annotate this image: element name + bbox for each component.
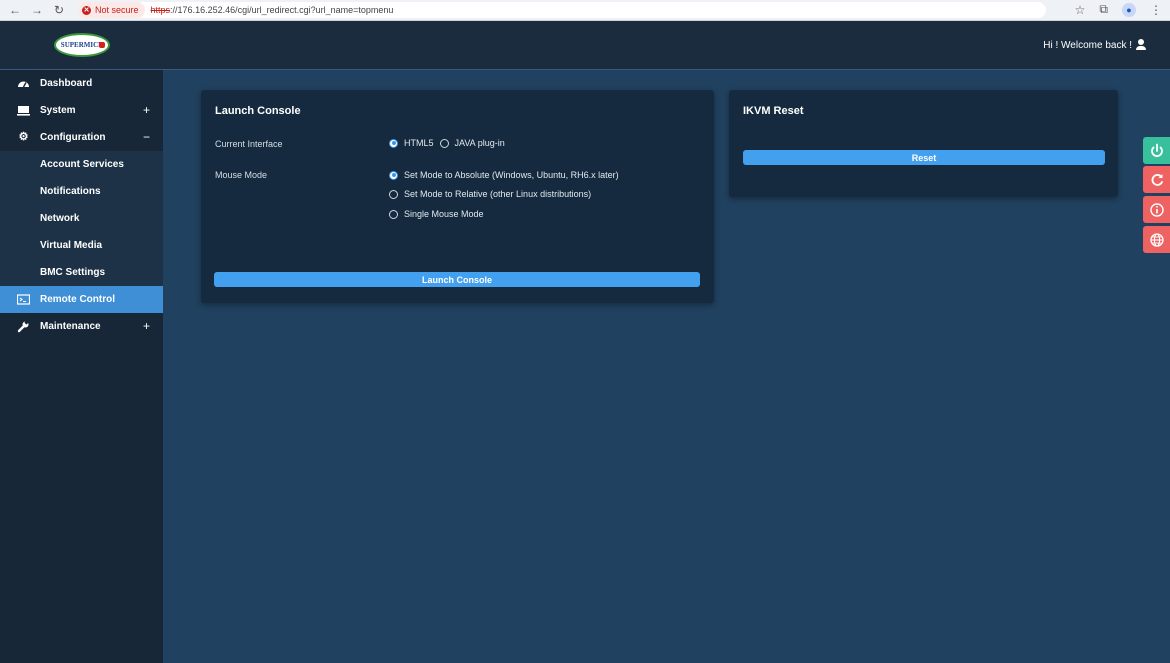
security-label: Not secure [95, 5, 139, 15]
refresh-button[interactable] [1143, 166, 1170, 193]
sidebar-item-label: BMC Settings [40, 267, 105, 278]
welcome-message[interactable]: Hi ! Welcome back ! [1043, 39, 1146, 51]
forward-arrow-icon[interactable]: → [28, 3, 46, 17]
info-button[interactable] [1143, 196, 1170, 223]
welcome-text: Hi ! Welcome back ! [1043, 39, 1132, 51]
url-path: ://176.16.252.46/cgi/url_redirect.cgi?ur… [170, 5, 394, 15]
sidebar-item-system[interactable]: System + [0, 97, 163, 124]
back-arrow-icon[interactable]: ← [6, 3, 24, 17]
mouse-mode-absolute-label[interactable]: Set Mode to Absolute (Windows, Ubuntu, R… [404, 170, 619, 180]
supermicro-logo[interactable]: SUPERMICR [54, 33, 110, 57]
launch-console-panel: Launch Console Current Interface HTML5 J… [201, 90, 714, 303]
sidebar-item-label: Account Services [40, 159, 124, 170]
security-indicator[interactable]: ✕ Not secure [78, 2, 145, 18]
panel-title: Launch Console [215, 105, 301, 117]
power-icon [1150, 143, 1163, 157]
globe-icon [1149, 232, 1164, 247]
sidebar-item-label: Remote Control [40, 294, 115, 305]
url-text[interactable]: https://176.16.252.46/cgi/url_redirect.c… [151, 5, 394, 15]
sidebar-item-bmc-settings[interactable]: BMC Settings [0, 259, 163, 286]
dashboard-icon [17, 77, 30, 90]
browser-toolbar: ← → ↻ ✕ Not secure https://176.16.252.46… [0, 0, 1170, 21]
ikvm-reset-panel: IKVM Reset Reset [729, 90, 1118, 197]
refresh-icon [1151, 173, 1163, 186]
java-plugin-label[interactable]: JAVA plug-in [455, 138, 505, 148]
wrench-icon [17, 320, 30, 333]
browser-menu-icon[interactable]: ⋮ [1150, 3, 1162, 17]
sidebar-item-label: Maintenance [40, 321, 101, 332]
mouse-mode-absolute-option[interactable]: Set Mode to Absolute (Windows, Ubuntu, R… [389, 170, 619, 180]
single-mouse-mode-radio[interactable] [389, 209, 398, 219]
mouse-mode-relative-option[interactable]: Set Mode to Relative (other Linux distri… [389, 189, 591, 199]
sidebar-item-label: Notifications [40, 186, 101, 197]
gear-icon: ⚙ [18, 131, 29, 143]
mouse-mode-label: Mouse Mode [215, 170, 268, 180]
html5-label[interactable]: HTML5 [404, 138, 434, 148]
single-mouse-mode-label[interactable]: Single Mouse Mode [404, 209, 484, 219]
sidebar-item-label: Network [40, 213, 80, 224]
sidebar-item-label: Configuration [40, 132, 106, 143]
sidebar-item-network[interactable]: Network [0, 205, 163, 232]
sidebar-item-remote-control[interactable]: Remote Control [0, 286, 163, 313]
sidebar-item-configuration[interactable]: ⚙ Configuration − [0, 124, 163, 151]
info-icon [1149, 202, 1164, 217]
mouse-mode-relative-radio[interactable] [389, 189, 398, 199]
sidebar-item-label: System [40, 105, 76, 116]
user-icon[interactable] [1136, 39, 1146, 51]
sidebar-item-label: Dashboard [40, 78, 93, 89]
sidebar-item-maintenance[interactable]: Maintenance + [0, 313, 163, 340]
address-bar[interactable]: ✕ Not secure https://176.16.252.46/cgi/u… [78, 2, 1046, 18]
expand-icon[interactable]: + [143, 319, 150, 333]
launch-console-button[interactable]: Launch Console [214, 272, 700, 287]
expand-icon[interactable]: + [143, 103, 150, 117]
bookmark-star-icon[interactable]: ☆ [1075, 3, 1086, 17]
sidebar-item-label: Virtual Media [40, 240, 103, 251]
mouse-mode-relative-label[interactable]: Set Mode to Relative (other Linux distri… [404, 189, 591, 199]
panel-title: IKVM Reset [743, 105, 804, 117]
collapse-icon[interactable]: − [143, 130, 150, 144]
mouse-mode-absolute-radio[interactable] [389, 170, 398, 180]
reload-icon[interactable]: ↻ [50, 3, 68, 17]
power-button[interactable] [1143, 137, 1170, 164]
app-header: SUPERMICR Hi ! Welcome back ! [0, 21, 1170, 70]
extensions-icon[interactable]: ⧉ [1099, 2, 1108, 17]
reset-button[interactable]: Reset [743, 150, 1105, 165]
sidebar-item-notifications[interactable]: Notifications [0, 178, 163, 205]
single-mouse-mode-option[interactable]: Single Mouse Mode [389, 209, 484, 219]
sidebar-item-dashboard[interactable]: Dashboard [0, 70, 163, 97]
logo-text: SUPERMICR [60, 41, 104, 49]
profile-avatar-icon[interactable]: ● [1122, 2, 1136, 17]
globe-button[interactable] [1143, 226, 1170, 253]
sidebar-item-virtual-media[interactable]: Virtual Media [0, 232, 163, 259]
sidebar: Dashboard System + ⚙ Configuration − Acc… [0, 70, 163, 663]
sidebar-item-account-services[interactable]: Account Services [0, 151, 163, 178]
terminal-icon [16, 293, 31, 306]
html5-radio[interactable] [389, 138, 398, 148]
interface-radio-group: HTML5 JAVA plug-in [389, 138, 505, 148]
monitor-icon [17, 104, 30, 117]
url-scheme: https [150, 5, 171, 15]
current-interface-label: Current Interface [215, 139, 283, 149]
warning-icon: ✕ [82, 5, 91, 15]
java-plugin-radio[interactable] [439, 138, 449, 148]
